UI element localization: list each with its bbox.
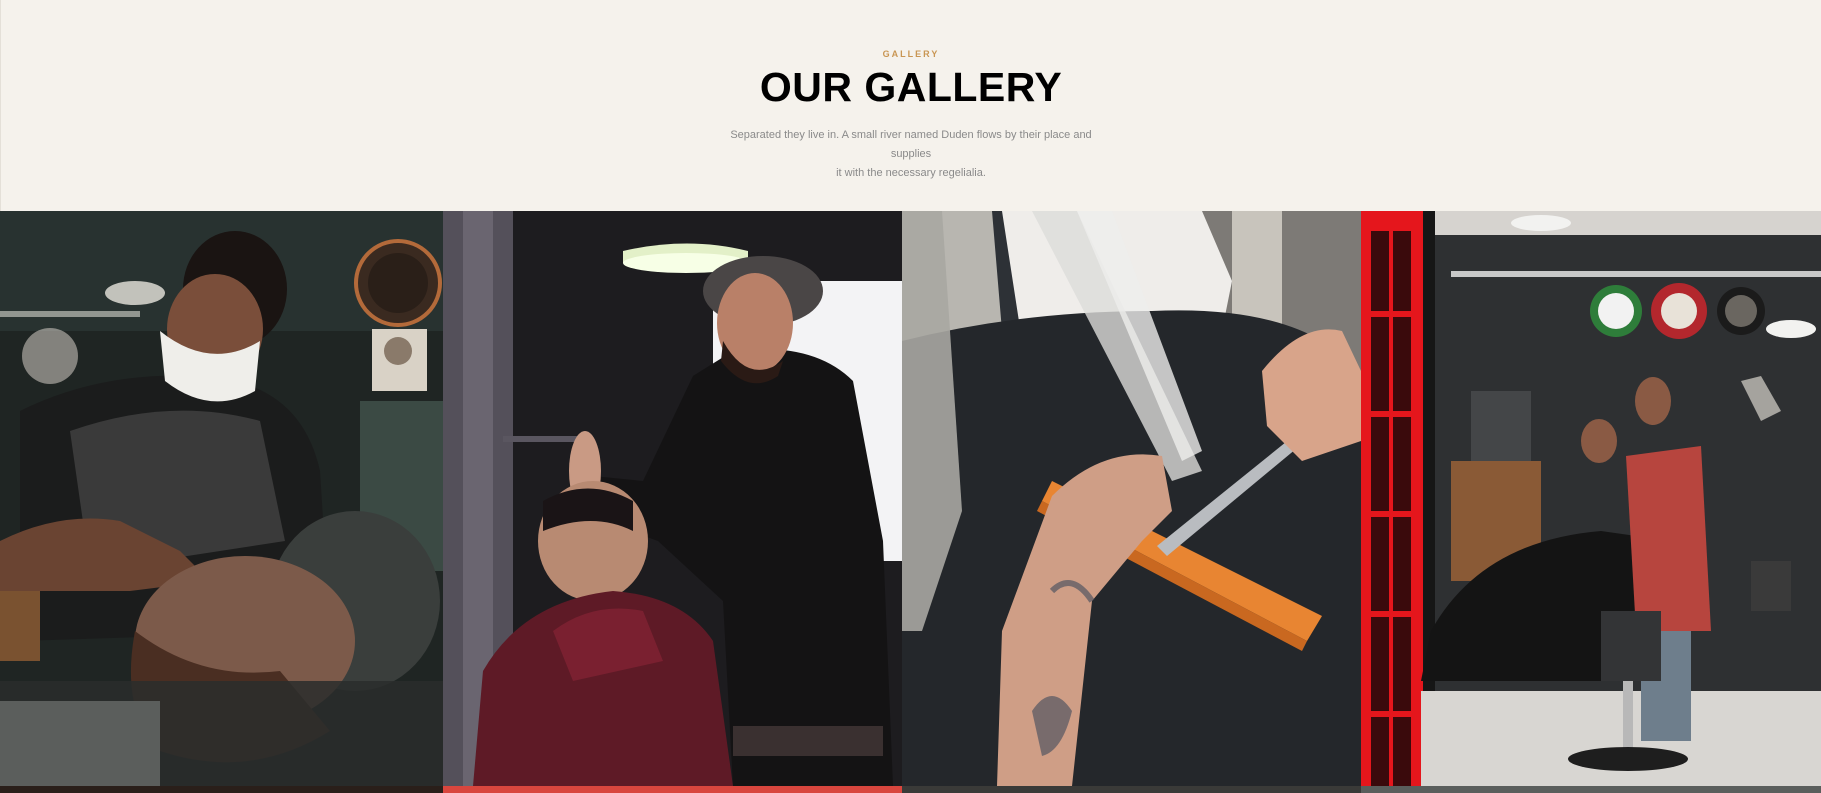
gallery-next-row-strip (0, 786, 1821, 793)
description-line-2: it with the necessary regelialia. (836, 167, 986, 179)
section-subheading: Gallery (882, 49, 940, 59)
hair-comb-scissors-photo (902, 211, 1361, 786)
gallery-item-2[interactable] (443, 211, 902, 786)
gallery-item-4[interactable] (1361, 211, 1821, 786)
gallery-item-1[interactable] (0, 211, 443, 786)
gallery-grid (0, 211, 1821, 786)
description-line-1: Separated they live in. A small river na… (730, 129, 1092, 160)
section-description: Separated they live in. A small river na… (711, 126, 1111, 183)
barbershop-interior-photo (1361, 211, 1821, 786)
gallery-heading-section: Gallery OUR GALLERY Separated they live … (0, 0, 1821, 211)
gallery-item-3[interactable] (902, 211, 1361, 786)
barber-beard-trim-photo (0, 211, 443, 786)
barber-cutting-hair-photo (443, 211, 902, 786)
section-title: OUR GALLERY (759, 64, 1063, 110)
